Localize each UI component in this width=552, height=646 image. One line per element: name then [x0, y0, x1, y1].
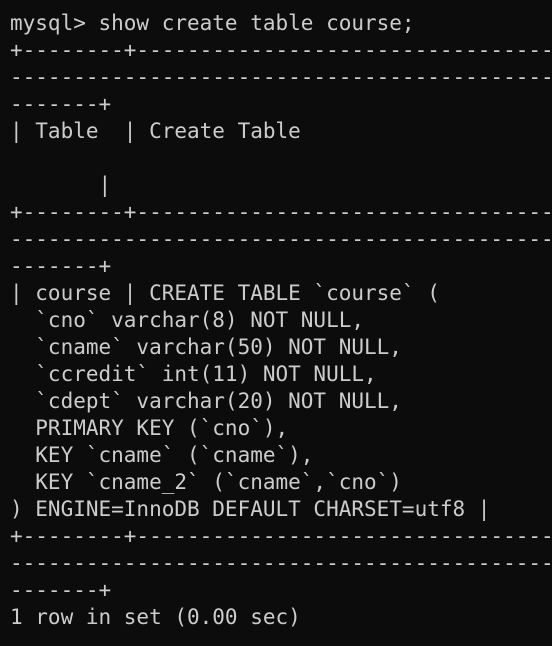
- command-prompt-line: mysql> show create table course;: [10, 11, 415, 35]
- table-header-row: | Table | Create Table: [10, 119, 301, 143]
- table-border-mid: +--------+------------------------------…: [10, 200, 552, 224]
- result-summary: 1 row in set (0.00 sec): [10, 605, 301, 629]
- table-border-top-end: -------+: [10, 92, 112, 116]
- terminal-window[interactable]: mysql> show create table course; +------…: [0, 0, 552, 646]
- create-table-key-cname: KEY `cname` (`cname`),: [10, 443, 314, 467]
- table-border-top-wrap: ----------------------------------------…: [10, 65, 552, 89]
- create-table-field-ccredit: `ccredit` int(11) NOT NULL,: [10, 362, 377, 386]
- table-border-mid-wrap: ----------------------------------------…: [10, 227, 552, 251]
- table-header-end: |: [10, 173, 112, 197]
- table-border-top: +--------+------------------------------…: [10, 38, 552, 62]
- create-table-engine: ) ENGINE=InnoDB DEFAULT CHARSET=utf8 |: [10, 497, 491, 521]
- table-header-blank: [10, 145, 552, 172]
- create-table-key-cname-2: KEY `cname_2` (`cname`,`cno`): [10, 470, 402, 494]
- create-table-field-cno: `cno` varchar(8) NOT NULL,: [10, 308, 365, 332]
- create-table-field-cdept: `cdept` varchar(20) NOT NULL,: [10, 389, 402, 413]
- table-border-bottom: +--------+------------------------------…: [10, 524, 552, 548]
- table-data-row: | course | CREATE TABLE `course` (: [10, 281, 440, 305]
- table-border-bottom-wrap: ----------------------------------------…: [10, 551, 552, 575]
- table-border-bottom-end: -------+: [10, 578, 112, 602]
- create-table-field-cname: `cname` varchar(50) NOT NULL,: [10, 335, 402, 359]
- create-table-primary-key: PRIMARY KEY (`cno`),: [10, 416, 289, 440]
- table-border-mid-end: -------+: [10, 254, 112, 278]
